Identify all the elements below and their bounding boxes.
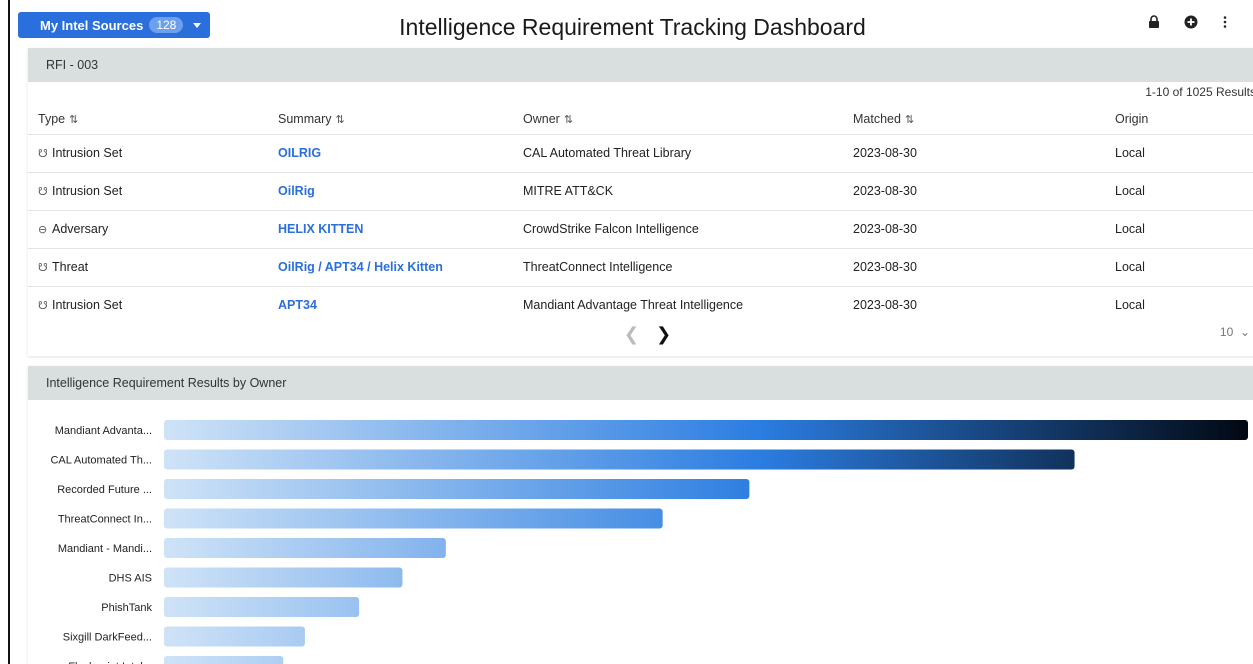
bar-label: DHS AIS <box>109 573 152 585</box>
summary-cell: APT34 <box>278 286 523 324</box>
owner-cell: CAL Automated Threat Library <box>523 134 853 173</box>
matched-cell: 2023-08-30 <box>853 298 917 313</box>
top-bar: My Intel Sources 128 Intelligence Requir… <box>10 0 1253 48</box>
lock-icon[interactable] <box>1147 15 1161 29</box>
owner-cell: ThreatConnect Intelligence <box>523 248 853 287</box>
bar-label: Sixgill DarkFeed... <box>63 632 152 644</box>
summary-link[interactable]: OILRIG <box>278 146 321 160</box>
chevron-left-icon[interactable]: ❮ <box>624 324 639 345</box>
bar[interactable] <box>164 420 1248 440</box>
summary-cell: HELIX KITTEN <box>278 210 523 249</box>
results-table: Type ⇅ Summary ⇅ Owner ⇅ Matched ⇅ Origin ☋ I… <box>28 104 1253 324</box>
column-header-owner[interactable]: Owner ⇅ <box>523 104 853 135</box>
summary-link[interactable]: APT34 <box>278 298 317 312</box>
matched-cell: 2023-08-30 <box>853 248 1115 287</box>
rfi-panel: RFI - 003 1-10 of 1025 Results Type ⇅ Sum… <box>28 48 1253 356</box>
bar[interactable] <box>164 656 284 664</box>
matched-cell: 2023-08-30 <box>853 172 1115 211</box>
owner-cell: Mandiant Advantage Threat Intelligence <box>523 298 744 313</box>
sort-icon[interactable]: ⇅ <box>905 114 914 126</box>
bar[interactable] <box>164 538 446 558</box>
matched-cell: 2023-08-30 <box>853 134 1115 173</box>
bar-label: CAL Automated Th... <box>50 455 152 467</box>
type-cell: ☋ Threat <box>28 248 278 287</box>
summary-cell: OILRIG <box>278 134 523 173</box>
table-row[interactable]: ☋ Intrusion Set OILRIG CAL Automated Thre… <box>28 134 1253 173</box>
type-cell: ☋ Intrusion Set <box>28 172 278 211</box>
bar-label: Recorded Future ... <box>57 484 152 496</box>
bar[interactable] <box>164 567 403 588</box>
bar[interactable] <box>164 449 1075 470</box>
pagination: ❮ ❯ <box>618 324 677 345</box>
bar[interactable] <box>164 508 663 529</box>
column-header-matched[interactable]: Matched ⇅ <box>853 104 1115 135</box>
summary-link[interactable]: OilRig <box>278 184 315 198</box>
matched-cell: 2023-08-30 <box>853 210 1115 249</box>
threat-icon: ☋ <box>38 262 48 274</box>
origin-cell: Local <box>1115 248 1253 287</box>
bar-label: Mandiant - Mandi... <box>58 543 152 555</box>
table-row[interactable]: ⊖ Adversary HELIX KITTEN CrowdStrike Falc… <box>28 210 1253 249</box>
column-header-summary[interactable]: Summary ⇅ <box>278 104 523 135</box>
origin-cell: Local <box>1115 210 1253 249</box>
column-header-origin[interactable]: Origin <box>1115 104 1253 135</box>
dashboard-frame: My Intel Sources 128 Intelligence Requir… <box>8 0 1253 664</box>
table-row[interactable]: ☋ Intrusion Set OilRig MITRE ATT&CK 2023-… <box>28 172 1253 211</box>
owner-bar-chart: Mandiant Advanta... CAL Automated Th... Re… <box>50 420 1248 664</box>
more-vertical-icon[interactable] <box>1218 15 1232 29</box>
origin-cell: Local <box>1115 298 1145 313</box>
type-cell: ⊖ Adversary <box>28 210 278 249</box>
chevron-down-icon: ⌄ <box>1236 325 1250 339</box>
bar-label: ThreatConnect In... <box>58 514 152 526</box>
type-cell: ☋ Intrusion Set <box>28 134 278 173</box>
summary-link[interactable]: OilRig / APT34 / Helix Kitten <box>278 260 443 274</box>
chevron-right-icon[interactable]: ❯ <box>656 324 671 345</box>
sort-icon[interactable]: ⇅ <box>69 114 78 126</box>
page-title: Intelligence Requirement Tracking Dashbo… <box>399 14 866 40</box>
rfi-panel-header: RFI - 003 <box>28 48 1253 82</box>
column-header-type[interactable]: Type ⇅ <box>28 104 278 135</box>
owner-cell: MITRE ATT&CK <box>523 172 853 211</box>
bar[interactable] <box>164 597 360 617</box>
owner-cell: CrowdStrike Falcon Intelligence <box>523 210 853 249</box>
page-size-value: 10 <box>1219 325 1234 339</box>
bar-label: PhishTank <box>101 602 152 614</box>
origin-cell: Local <box>1115 134 1253 173</box>
intrusion-set-icon: ☋ <box>38 186 48 198</box>
results-count: 1-10 of 1025 Results <box>1145 85 1253 99</box>
owner-chart-panel: Intelligence Requirement Results by Owne… <box>28 366 1253 664</box>
table-row[interactable]: ☋ Threat OilRig / APT34 / Helix Kitten Th… <box>28 248 1253 287</box>
summary-link[interactable]: HELIX KITTEN <box>278 222 363 236</box>
intrusion-set-icon: ☋ <box>38 148 48 160</box>
summary-cell: OilRig / APT34 / Helix Kitten <box>278 248 523 287</box>
owner-chart-header: Intelligence Requirement Results by Owne… <box>28 366 1253 400</box>
type-cell: ☋ Intrusion Set <box>38 298 123 313</box>
summary-cell: OilRig <box>278 172 523 211</box>
sort-icon[interactable]: ⇅ <box>335 114 344 126</box>
table-header-row: Type ⇅ Summary ⇅ Owner ⇅ Matched ⇅ Origin <box>28 104 1253 135</box>
bar[interactable] <box>164 626 305 647</box>
bar-label: Mandiant Advanta... <box>55 425 152 437</box>
plus-circle-icon[interactable] <box>1184 15 1198 29</box>
table-row[interactable]: ☋ Intrusion Set APT34 Mandiant Advantage … <box>28 286 1253 324</box>
bar[interactable] <box>164 479 750 499</box>
adversary-icon: ⊖ <box>38 224 48 236</box>
origin-cell: Local <box>1115 172 1253 211</box>
intrusion-set-icon: ☋ <box>38 300 48 313</box>
sort-icon[interactable]: ⇅ <box>564 114 573 126</box>
page-size-select[interactable]: 10 ⌄ <box>1220 325 1250 339</box>
